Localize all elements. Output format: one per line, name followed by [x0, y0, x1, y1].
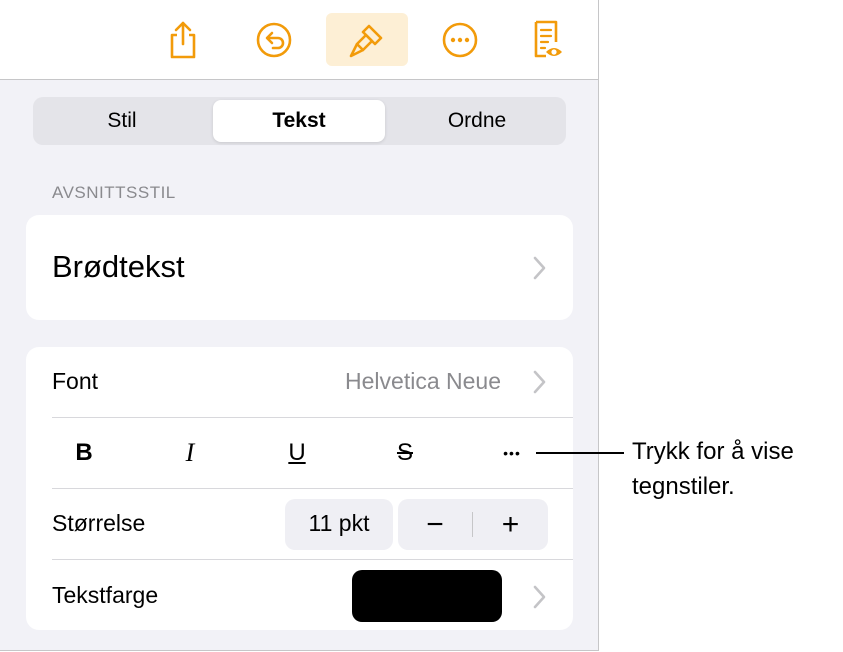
italic-button[interactable]: I [165, 430, 215, 476]
toolbar [0, 0, 598, 80]
divider [52, 417, 573, 418]
text-color-label: Tekstfarge [52, 582, 159, 608]
decrease-size-button[interactable]: − [398, 499, 472, 550]
divider [52, 488, 573, 489]
format-button[interactable] [326, 13, 408, 66]
chevron-right-icon [533, 585, 546, 609]
size-field[interactable]: 11 pkt [285, 499, 393, 550]
reading-view-button[interactable] [505, 13, 587, 66]
undo-icon [256, 22, 292, 57]
paintbrush-icon [349, 24, 383, 57]
strikethrough-button[interactable]: S [380, 430, 430, 476]
share-button[interactable] [142, 13, 224, 66]
bold-button[interactable]: B [59, 430, 109, 476]
paragraph-style-value: Brødtekst [52, 249, 185, 284]
chevron-right-icon [533, 256, 546, 280]
segmented-control: Stil Tekst Ordne [33, 97, 566, 145]
callout-line [536, 452, 624, 454]
font-label: Font [52, 368, 99, 394]
tab-ordne[interactable]: Ordne [391, 100, 563, 142]
format-panel: Stil Tekst Ordne AVSNITTSSTIL Brødtekst … [0, 0, 599, 651]
font-value: Helvetica Neue [345, 368, 501, 394]
more-button[interactable] [419, 13, 501, 66]
text-color-swatch[interactable] [352, 570, 502, 622]
more-icon [442, 22, 478, 57]
more-character-styles-button[interactable]: ••• [487, 430, 537, 476]
increase-size-button[interactable]: + [473, 499, 548, 550]
callout-text: Trykk for å vise tegnstiler. [632, 438, 794, 500]
underline-button[interactable]: U [272, 430, 322, 476]
size-value: 11 pkt [308, 510, 370, 536]
share-icon [170, 21, 196, 58]
paragraph-style-row[interactable]: Brødtekst [26, 215, 573, 320]
tab-tekst[interactable]: Tekst [213, 100, 385, 142]
divider [52, 559, 573, 560]
undo-button[interactable] [233, 13, 315, 66]
reading-view-icon [534, 20, 562, 57]
size-label: Størrelse [52, 510, 146, 536]
tab-stil[interactable]: Stil [36, 100, 208, 142]
size-stepper: − + [398, 499, 548, 550]
chevron-right-icon [533, 370, 546, 394]
section-label-paragraph-style: AVSNITTSSTIL [52, 183, 176, 202]
